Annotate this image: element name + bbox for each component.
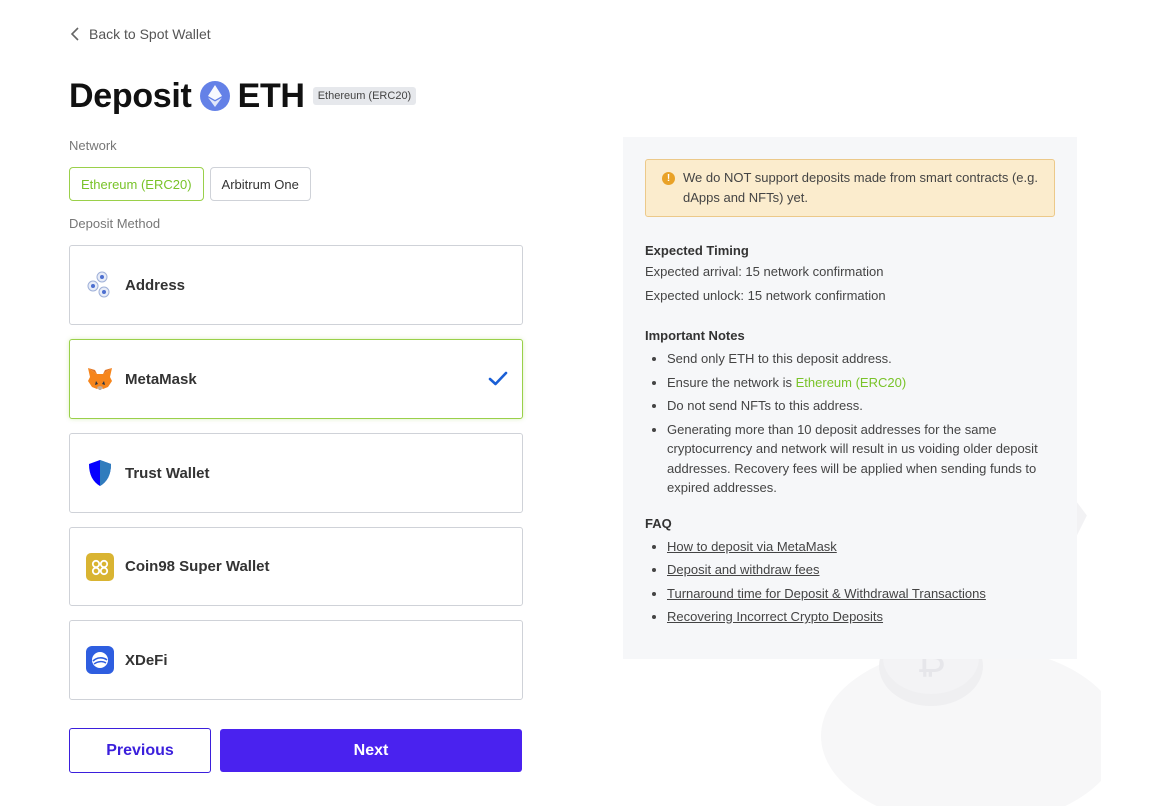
trust-wallet-icon: [86, 459, 114, 487]
method-option-coin98[interactable]: Coin98 Super Wallet: [69, 527, 523, 606]
warning-text: We do NOT support deposits made from sma…: [683, 170, 1038, 205]
note-item: Do not send NFTs to this address.: [667, 396, 1055, 416]
metamask-icon: [86, 365, 114, 393]
faq-item: Recovering Incorrect Crypto Deposits: [667, 607, 1055, 627]
note-item: Generating more than 10 deposit addresse…: [667, 420, 1055, 498]
previous-button[interactable]: Previous: [69, 728, 211, 773]
coin98-icon: [86, 552, 114, 581]
faq-item: How to deposit via MetaMask: [667, 537, 1055, 557]
network-selector: Ethereum (ERC20) Arbitrum One: [69, 167, 311, 201]
xdefi-icon: [86, 646, 114, 674]
method-label-address: Address: [125, 276, 186, 294]
checkmark-icon: [488, 371, 508, 386]
address-icon: [86, 271, 114, 299]
deposit-method-label: Deposit Method: [69, 216, 161, 231]
network-tag-badge: Ethereum (ERC20): [312, 87, 417, 105]
faq-link[interactable]: Turnaround time for Deposit & Withdrawal…: [667, 586, 986, 601]
note-text: Ensure the network is: [667, 374, 796, 390]
faq-link[interactable]: Deposit and withdraw fees: [667, 562, 819, 577]
expected-arrival-text: Expected arrival: 15 network confirmatio…: [645, 264, 884, 279]
faq-link[interactable]: Recovering Incorrect Crypto Deposits: [667, 609, 883, 624]
ethereum-icon: [199, 81, 230, 111]
method-label-coin98: Coin98 Super Wallet: [125, 558, 270, 575]
warning-icon: !: [662, 172, 675, 185]
method-option-metamask[interactable]: MetaMask: [69, 339, 523, 419]
page-title: Deposit ETH Ethereum (ERC20): [69, 76, 417, 116]
method-label-xdefi: XDeFi: [125, 651, 168, 669]
next-button[interactable]: Next: [220, 729, 522, 772]
important-notes-heading: Important Notes: [645, 328, 745, 343]
faq-item: Turnaround time for Deposit & Withdrawal…: [667, 584, 1055, 604]
info-panel: ! We do NOT support deposits made from s…: [623, 137, 1077, 659]
network-option-ethereum[interactable]: Ethereum (ERC20): [69, 167, 204, 201]
title-coin: ETH: [237, 76, 305, 115]
note-item: Ensure the network is Ethereum (ERC20): [667, 373, 1055, 393]
faq-heading: FAQ: [645, 515, 672, 531]
back-to-spot-wallet-link[interactable]: Back to Spot Wallet: [69, 26, 211, 42]
method-option-trust-wallet[interactable]: Trust Wallet: [69, 433, 523, 513]
faq-item: Deposit and withdraw fees: [667, 560, 1055, 580]
faq-link[interactable]: How to deposit via MetaMask: [667, 539, 837, 554]
method-label-metamask: MetaMask: [125, 370, 197, 388]
network-label: Network: [69, 138, 117, 153]
expected-timing-heading: Expected Timing: [645, 243, 749, 258]
note-item: Send only ETH to this deposit address.: [667, 349, 1055, 369]
important-notes-list: Send only ETH to this deposit address. E…: [645, 349, 1055, 498]
note-network-highlight: Ethereum (ERC20): [795, 374, 907, 390]
back-link-label: Back to Spot Wallet: [89, 26, 211, 42]
title-prefix: Deposit: [69, 76, 192, 115]
expected-unlock-text: Expected unlock: 15 network confirmation: [645, 288, 886, 303]
network-option-arbitrum[interactable]: Arbitrum One: [209, 167, 311, 201]
method-label-trust-wallet: Trust Wallet: [125, 464, 210, 482]
method-option-xdefi[interactable]: XDeFi: [69, 620, 523, 700]
method-option-address[interactable]: Address: [69, 245, 523, 325]
warning-banner: ! We do NOT support deposits made from s…: [645, 159, 1055, 217]
faq-list: How to deposit via MetaMask Deposit and …: [645, 537, 1055, 627]
chevron-left-icon: [70, 27, 79, 41]
